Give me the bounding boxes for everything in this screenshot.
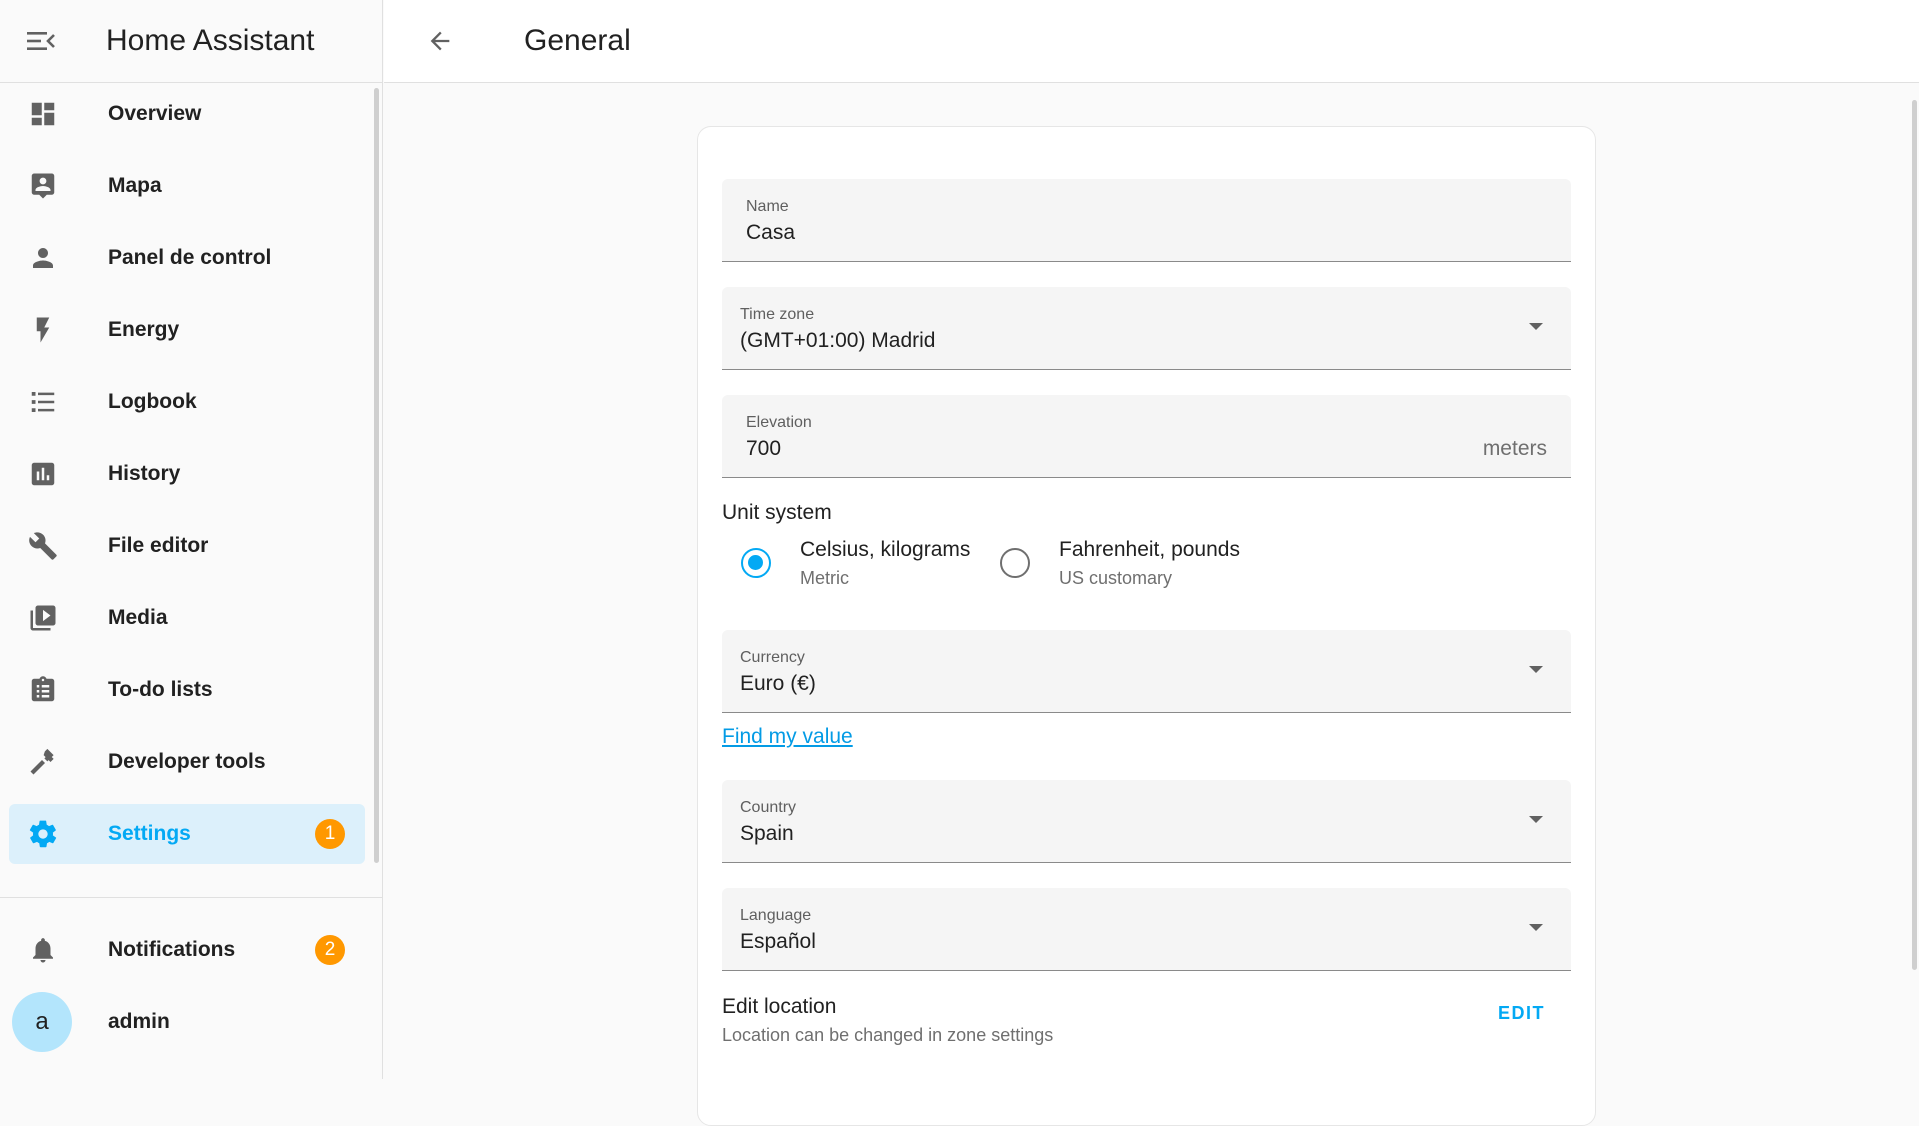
- edit-location-title: Edit location: [722, 995, 837, 1018]
- edit-location-subtitle: Location can be changed in zone settings: [722, 1025, 1054, 1045]
- play-box-icon: [25, 600, 61, 636]
- us-customary-sub: US customary: [1059, 568, 1173, 588]
- top-bar: General: [384, 0, 1919, 83]
- sidebar-item-label: To-do lists: [108, 678, 213, 701]
- sidebar-item-label: Settings: [108, 822, 191, 845]
- name-field[interactable]: Name Casa: [722, 179, 1571, 262]
- sidebar-item-media[interactable]: Media: [9, 588, 365, 648]
- radio-metric[interactable]: [741, 548, 771, 578]
- language-label: Language: [740, 907, 812, 924]
- us-customary-label: Fahrenheit, pounds: [1059, 538, 1240, 561]
- hammer-icon: [25, 744, 61, 780]
- sidebar-nav: Overview Mapa Panel de control Energy Lo…: [0, 84, 374, 876]
- general-settings-card: Name Casa Time zone (GMT+01:00) Madrid E…: [697, 126, 1596, 1126]
- avatar: a: [12, 992, 72, 1052]
- sidebar-item-overview[interactable]: Overview: [9, 84, 365, 144]
- settings-badge: 1: [315, 819, 345, 849]
- sidebar-item-todo-lists[interactable]: To-do lists: [9, 660, 365, 720]
- sidebar-item-label: Panel de control: [108, 246, 272, 269]
- sidebar-divider: [0, 897, 382, 898]
- dropdown-arrow-icon: [1529, 816, 1543, 823]
- sidebar-item-mapa[interactable]: Mapa: [9, 156, 365, 216]
- sidebar-item-logbook[interactable]: Logbook: [9, 372, 365, 432]
- main-scrollbar[interactable]: [1912, 100, 1917, 970]
- sidebar-item-label: History: [108, 462, 181, 485]
- name-label: Name: [746, 198, 789, 215]
- list-icon: [25, 384, 61, 420]
- country-select[interactable]: Country Spain: [722, 780, 1571, 863]
- sidebar-item-file-editor[interactable]: File editor: [9, 516, 365, 576]
- sidebar-item-label: Media: [108, 606, 168, 629]
- dropdown-arrow-icon: [1529, 666, 1543, 673]
- language-value: Español: [740, 930, 816, 953]
- metric-label: Celsius, kilograms: [800, 538, 971, 561]
- sidebar-item-label: File editor: [108, 534, 209, 557]
- name-value: Casa: [746, 221, 796, 244]
- bell-icon: [25, 932, 61, 968]
- sidebar-item-panel-de-control[interactable]: Panel de control: [9, 228, 365, 288]
- gear-icon: [25, 816, 61, 852]
- notifications-badge: 2: [315, 935, 345, 965]
- metric-sub: Metric: [800, 568, 849, 588]
- sidebar-item-label: Energy: [108, 318, 180, 341]
- arrow-left-icon: [430, 31, 450, 51]
- sidebar-item-user[interactable]: a admin: [9, 992, 365, 1052]
- sidebar: Home Assistant Overview Mapa Panel de co…: [0, 0, 383, 1079]
- page-title: General: [524, 24, 631, 57]
- sidebar-item-label: admin: [108, 1010, 170, 1033]
- dropdown-arrow-icon: [1529, 323, 1543, 330]
- dashboard-icon: [25, 96, 61, 132]
- time-zone-select[interactable]: Time zone (GMT+01:00) Madrid: [722, 287, 1571, 370]
- currency-select[interactable]: Currency Euro (€): [722, 630, 1571, 713]
- currency-label: Currency: [740, 649, 805, 666]
- elevation-suffix: meters: [1482, 437, 1547, 460]
- back-button[interactable]: [418, 19, 462, 63]
- sidebar-item-settings[interactable]: Settings 1: [9, 804, 365, 864]
- find-my-value-link[interactable]: Find my value: [722, 725, 853, 749]
- sidebar-item-notifications[interactable]: Notifications 2: [9, 920, 365, 980]
- sidebar-scrollbar[interactable]: [374, 88, 379, 863]
- edit-location-button[interactable]: EDIT: [1498, 1003, 1545, 1024]
- sidebar-item-developer-tools[interactable]: Developer tools: [9, 732, 365, 792]
- sidebar-bottom: Notifications 2 a admin: [0, 920, 374, 1064]
- app-title: Home Assistant: [106, 24, 315, 57]
- chart-box-icon: [25, 456, 61, 492]
- account-box-icon: [25, 168, 61, 204]
- collapse-menu-button[interactable]: [20, 20, 62, 62]
- wrench-icon: [25, 528, 61, 564]
- country-label: Country: [740, 799, 797, 816]
- elevation-label: Elevation: [746, 414, 812, 431]
- sidebar-header: Home Assistant: [0, 0, 382, 83]
- elevation-field[interactable]: Elevation 700 meters: [722, 395, 1571, 478]
- sidebar-item-history[interactable]: History: [9, 444, 365, 504]
- sidebar-item-energy[interactable]: Energy: [9, 300, 365, 360]
- time-zone-value: (GMT+01:00) Madrid: [740, 329, 936, 352]
- time-zone-label: Time zone: [740, 306, 815, 323]
- lightning-icon: [25, 312, 61, 348]
- menu-collapse-icon: [27, 32, 55, 50]
- language-select[interactable]: Language Español: [722, 888, 1571, 971]
- clipboard-list-icon: [25, 672, 61, 708]
- sidebar-item-label: Notifications: [108, 938, 236, 961]
- sidebar-item-label: Logbook: [108, 390, 197, 413]
- person-icon: [25, 240, 61, 276]
- country-value: Spain: [740, 822, 794, 845]
- dropdown-arrow-icon: [1529, 924, 1543, 931]
- sidebar-item-label: Overview: [108, 102, 202, 125]
- elevation-value: 700: [746, 437, 782, 460]
- sidebar-item-label: Mapa: [108, 174, 162, 197]
- unit-system-title: Unit system: [722, 501, 832, 524]
- currency-value: Euro (€): [740, 672, 816, 695]
- sidebar-item-label: Developer tools: [108, 750, 266, 773]
- radio-us-customary[interactable]: [1000, 548, 1030, 578]
